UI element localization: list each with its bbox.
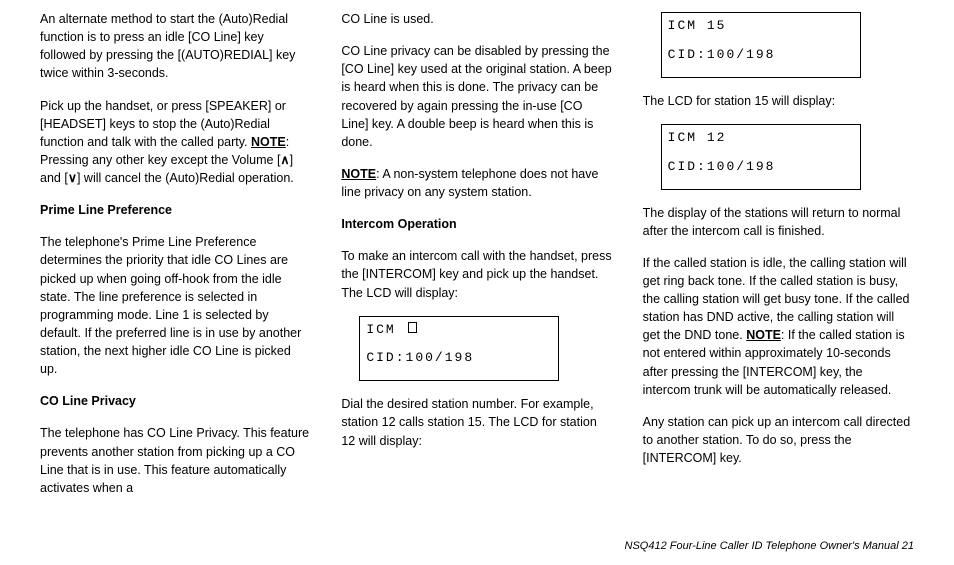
para: Any station can pick up an intercom call… — [643, 413, 914, 467]
column-2: CO Line is used. CO Line privacy can be … — [341, 10, 612, 529]
para: Dial the desired station number. For exa… — [341, 395, 612, 449]
text: ] will cancel the (Auto)Redial operation… — [77, 171, 294, 185]
heading-prime-line: Prime Line Preference — [40, 201, 311, 219]
para: To make an intercom call with the handse… — [341, 247, 612, 301]
cursor-icon — [408, 322, 417, 333]
note-label: NOTE — [746, 328, 781, 342]
columns-wrap: An alternate method to start the (Auto)R… — [40, 10, 914, 529]
page-footer: NSQ412 Four-Line Caller ID Telephone Own… — [40, 529, 914, 555]
lcd-line2: CID:100/198 — [366, 349, 552, 368]
heading-co-line-privacy: CO Line Privacy — [40, 392, 311, 410]
lcd-line1: ICM 15 — [668, 17, 854, 36]
para: CO Line is used. — [341, 10, 612, 28]
volume-down-icon: ∨ — [68, 171, 77, 185]
para: The telephone's Prime Line Preference de… — [40, 233, 311, 378]
lcd-display: ICM 15 CID:100/198 — [661, 12, 861, 78]
lcd-line1: ICM — [366, 321, 552, 340]
text: Pick up the handset, or press [SPEAKER] … — [40, 99, 286, 149]
text: : A non-system telephone does not have l… — [341, 167, 598, 199]
para: If the called station is idle, the calli… — [643, 254, 914, 399]
lcd-text: ICM — [366, 322, 405, 337]
column-1: An alternate method to start the (Auto)R… — [40, 10, 311, 529]
para: The LCD for station 15 will display: — [643, 92, 914, 110]
lcd-line2: CID:100/198 — [668, 46, 854, 65]
lcd-display: ICM 12 CID:100/198 — [661, 124, 861, 190]
para: The display of the stations will return … — [643, 204, 914, 240]
para: Pick up the handset, or press [SPEAKER] … — [40, 97, 311, 188]
para: An alternate method to start the (Auto)R… — [40, 10, 311, 83]
lcd-line2: CID:100/198 — [668, 158, 854, 177]
para: CO Line privacy can be disabled by press… — [341, 42, 612, 151]
para: NOTE: A non-system telephone does not ha… — [341, 165, 612, 201]
column-3: ICM 15 CID:100/198 The LCD for station 1… — [643, 10, 914, 529]
page: An alternate method to start the (Auto)R… — [0, 0, 954, 565]
lcd-line1: ICM 12 — [668, 129, 854, 148]
volume-up-icon: ∧ — [280, 153, 289, 167]
heading-intercom: Intercom Operation — [341, 215, 612, 233]
note-label: NOTE — [251, 135, 286, 149]
lcd-display: ICM CID:100/198 — [359, 316, 559, 382]
note-label: NOTE — [341, 167, 376, 181]
para: The telephone has CO Line Privacy. This … — [40, 424, 311, 497]
